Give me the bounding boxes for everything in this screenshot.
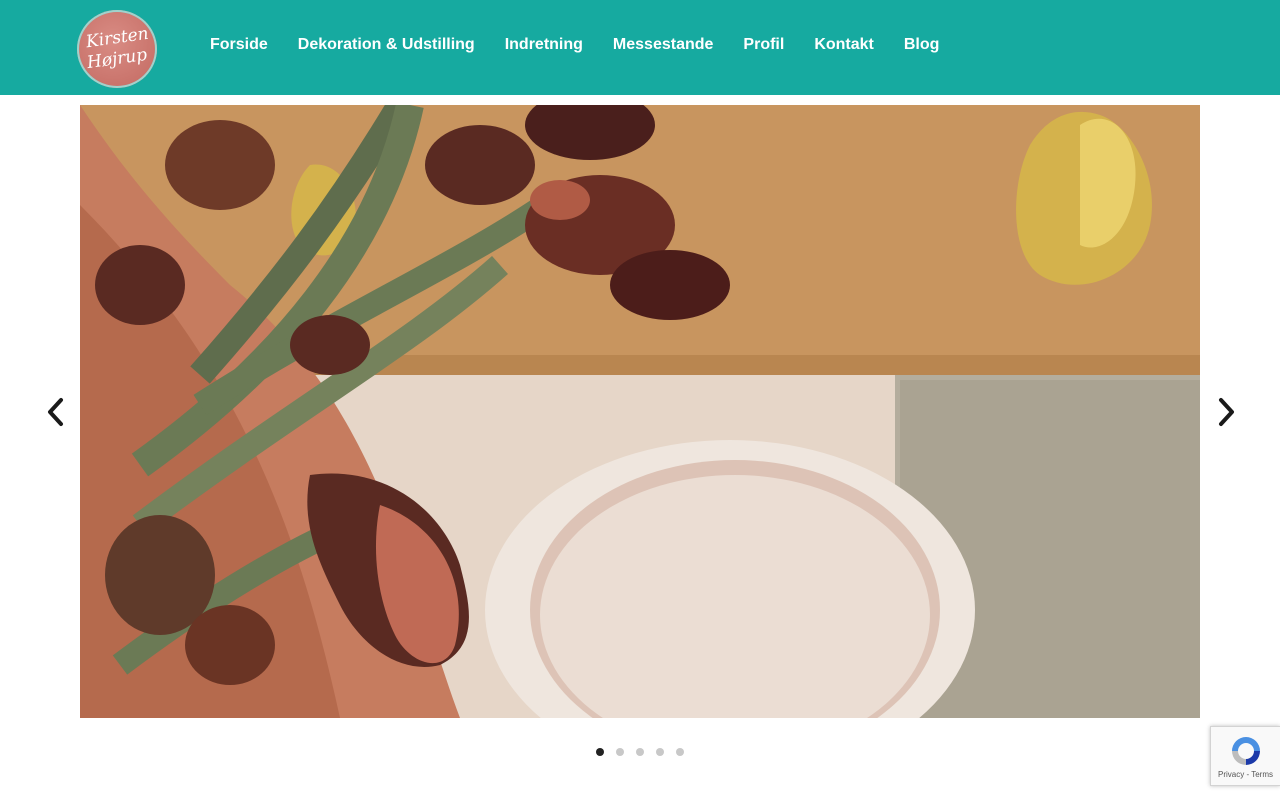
slider-prev-button[interactable] — [43, 395, 67, 429]
recaptcha-badge[interactable]: Privacy - Terms — [1210, 726, 1280, 786]
slider-dot-3[interactable] — [636, 748, 644, 756]
recaptcha-links[interactable]: Privacy - Terms — [1218, 770, 1273, 779]
slider-dot-4[interactable] — [656, 748, 664, 756]
image-slider[interactable] — [80, 105, 1200, 718]
slider-dot-2[interactable] — [616, 748, 624, 756]
nav-item-dekoration-udstilling[interactable]: Dekoration & Udstilling — [298, 36, 475, 54]
chevron-right-icon — [1219, 398, 1234, 426]
nav-item-blog[interactable]: Blog — [904, 36, 940, 54]
slider-dot-1[interactable] — [596, 748, 604, 756]
slider-next-button[interactable] — [1215, 395, 1239, 429]
slider-pagination — [596, 748, 684, 756]
site-header: Kirsten Højrup Forside Dekoration & Udst… — [0, 0, 1280, 95]
nav-item-kontakt[interactable]: Kontakt — [814, 36, 874, 54]
nav-item-profil[interactable]: Profil — [743, 36, 784, 54]
main-nav: Forside Dekoration & Udstilling Indretni… — [210, 36, 939, 54]
nav-item-forside[interactable]: Forside — [210, 36, 268, 54]
slide-image — [80, 105, 1200, 718]
logo[interactable]: Kirsten Højrup — [77, 10, 157, 88]
nav-item-indretning[interactable]: Indretning — [505, 36, 583, 54]
chevron-left-icon — [48, 398, 63, 426]
nav-item-messestande[interactable]: Messestande — [613, 36, 714, 54]
recaptcha-icon — [1231, 736, 1260, 765]
slider-dot-5[interactable] — [676, 748, 684, 756]
